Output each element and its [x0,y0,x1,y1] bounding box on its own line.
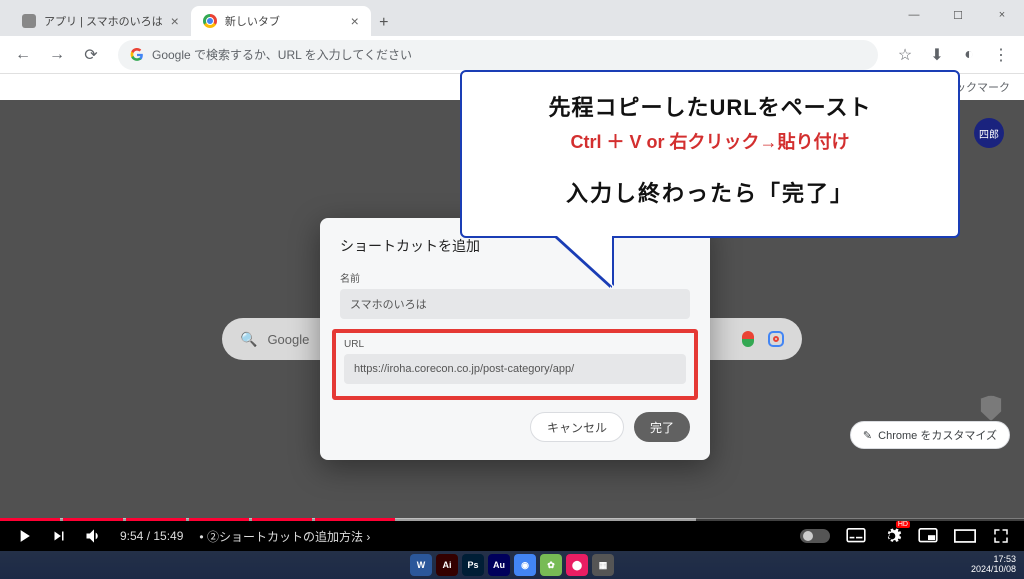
chrome-favicon-icon [203,14,217,28]
windows-taskbar: W Ai Ps Au ◉ ✿ ⬤ ▦ 17:53 2024/10/08 [0,551,1024,579]
omnibox-placeholder: Google で検索するか、URL を入力してください [152,46,412,63]
close-icon[interactable]: × [351,13,359,29]
time-display: 9:54 / 15:49 [120,529,183,543]
dialog-actions: キャンセル 完了 [340,412,690,442]
callout-line1: 先程コピーしたURLをペースト [480,90,940,122]
customize-label: Chrome をカスタマイズ [878,427,997,443]
word-icon[interactable]: W [410,554,432,576]
audition-icon[interactable]: Au [488,554,510,576]
bookmarks-folder[interactable]: ックマーク [955,79,1010,95]
play-button[interactable] [14,526,34,546]
photoshop-icon[interactable]: Ps [462,554,484,576]
tab-new-tab[interactable]: 新しいタブ × [191,6,371,36]
bookmark-star-icon[interactable]: ☆ [890,40,920,70]
url-section-highlighted: URL https://iroha.corecon.co.jp/post-cat… [332,329,698,400]
toolbar: ← → ⟳ Google で検索するか、URL を入力してください ☆ ⬇ ◐ … [0,36,1024,74]
name-field-label: 名前 [340,270,690,285]
dialog-title: ショートカットを追加 [340,236,690,256]
window-controls: — ☐ × [892,0,1024,30]
back-button[interactable]: ← [8,40,38,70]
close-icon[interactable]: × [171,13,179,29]
chapter-title[interactable]: • ②ショートカットの追加方法 › [199,528,370,545]
mic-icon[interactable] [742,331,754,347]
tab-strip: アプリ | スマホのいろは × 新しいタブ × + — ☐ × [0,0,1024,36]
cancel-button[interactable]: キャンセル [530,412,624,442]
done-button[interactable]: 完了 [634,412,690,442]
callout-line2: Ctrl ＋ V or 右クリック→貼り付け [480,128,940,154]
reload-button[interactable]: ⟳ [76,40,106,70]
settings-button[interactable] [882,526,902,546]
name-input[interactable]: スマホのいろは [340,289,690,319]
url-field-label: URL [344,339,686,350]
lens-icon[interactable] [768,331,784,347]
illustrator-icon[interactable]: Ai [436,554,458,576]
url-input-value: https://iroha.corecon.co.jp/post-categor… [354,363,574,375]
tab-favicon-icon [22,14,36,28]
google-icon [130,48,144,62]
callout-line3: 入力し終わったら「完了」 [480,176,940,208]
profile-icon[interactable]: ◐ [954,40,984,70]
volume-button[interactable] [84,526,104,546]
minimize-button[interactable]: — [892,0,936,30]
tab-title: アプリ | スマホのいろは [44,13,163,29]
instruction-callout: 先程コピーしたURLをペースト Ctrl ＋ V or 右クリック→貼り付け 入… [460,70,960,238]
captions-button[interactable] [846,528,866,544]
maximize-button[interactable]: ☐ [936,0,980,30]
tab-app-iroha[interactable]: アプリ | スマホのいろは × [10,6,191,36]
chrome-window: アプリ | スマホのいろは × 新しいタブ × + — ☐ × ← → ⟳ Go… [0,0,1024,519]
miniplayer-button[interactable] [918,528,938,544]
add-shortcut-dialog: ショートカットを追加 名前 スマホのいろは URL https://iroha.… [320,218,710,460]
autoplay-toggle[interactable] [800,529,830,543]
tab-title: 新しいタブ [225,13,280,29]
address-bar[interactable]: Google で検索するか、URL を入力してください [118,40,878,70]
pencil-icon: ✎ [863,429,872,442]
app-icon-3[interactable]: ▦ [592,554,614,576]
video-player-controls: 9:54 / 15:49 • ②ショートカットの追加方法 › [0,521,1024,551]
app-icon[interactable]: ✿ [540,554,562,576]
app-icon-2[interactable]: ⬤ [566,554,588,576]
fullscreen-button[interactable] [992,527,1010,545]
avatar-label: 四郎 [979,126,999,141]
forward-button[interactable]: → [42,40,72,70]
search-icon: 🔍 [240,331,257,348]
name-input-value: スマホのいろは [350,296,427,312]
user-avatar[interactable]: 四郎 [974,118,1004,148]
menu-icon[interactable]: ⋮ [986,40,1016,70]
chrome-taskbar-icon[interactable]: ◉ [514,554,536,576]
next-button[interactable] [50,527,68,545]
system-tray[interactable]: 17:53 2024/10/08 [971,555,1016,575]
downloads-icon[interactable]: ⬇ [922,40,952,70]
customize-chrome-button[interactable]: ✎ Chrome をカスタマイズ [850,421,1010,449]
close-window-button[interactable]: × [980,0,1024,30]
theater-button[interactable] [954,529,976,543]
searchbox-hint: Google [267,332,309,347]
url-input[interactable]: https://iroha.corecon.co.jp/post-categor… [344,354,686,384]
new-tab-button[interactable]: + [371,10,397,36]
